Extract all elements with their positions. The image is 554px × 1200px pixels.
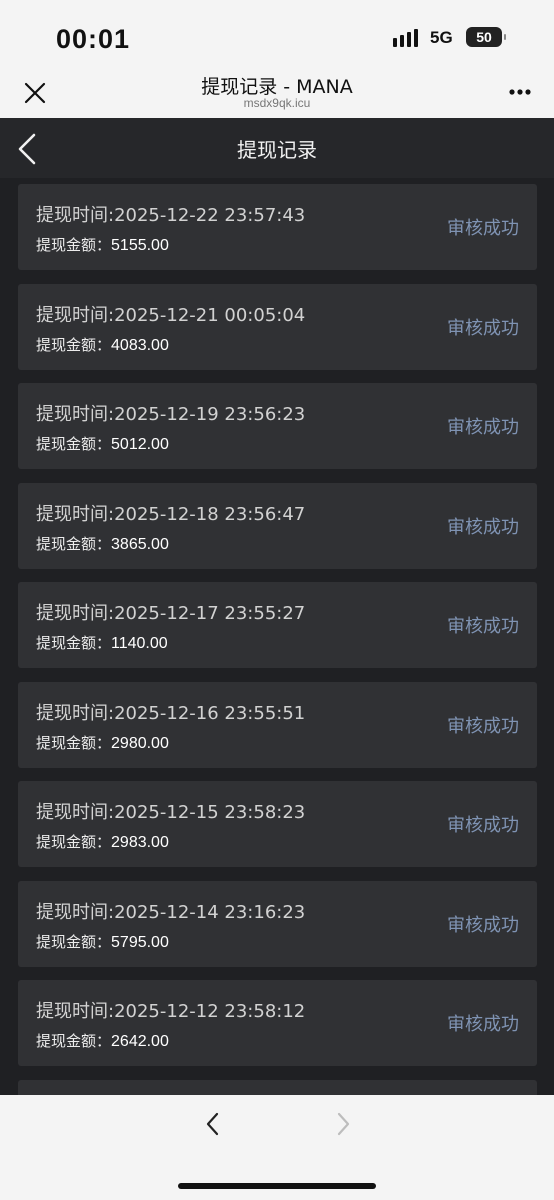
record-status: 审核成功: [447, 318, 519, 339]
home-indicator[interactable]: [178, 1183, 376, 1189]
nav-forward-button[interactable]: [330, 1109, 356, 1139]
record-amount: 2642.00: [111, 1033, 169, 1050]
page-title: 提现记录: [237, 138, 317, 162]
status-bar: 00:01 5G 50: [0, 0, 554, 72]
record-status: 审核成功: [447, 218, 519, 239]
record-status: 审核成功: [447, 616, 519, 637]
withdrawal-record[interactable]: 提现时间:2025-12-17 23:55:27 提现金额：1140.00 审核…: [18, 582, 537, 668]
record-amount: 1140.00: [111, 635, 168, 652]
withdrawal-record[interactable]: 提现时间:2025-12-22 23:57:43 提现金额：5155.00 审核…: [18, 184, 537, 270]
withdrawal-record[interactable]: 提现时间:2025-12-15 23:58:23 提现金额：2983.00 审核…: [18, 781, 537, 867]
withdrawal-record[interactable]: 提现时间:2025-12-14 23:16:23 提现金额：5795.00 审核…: [18, 881, 537, 967]
browser-url: msdx9qk.icu: [243, 96, 311, 110]
record-amount-label: 提现金额：: [36, 236, 112, 254]
record-status: 审核成功: [447, 517, 519, 538]
record-amount-row: 提现金额：5795.00: [36, 931, 169, 952]
record-amount-label: 提现金额：: [36, 1032, 112, 1050]
record-amount-row: 提现金额：2983.00: [36, 831, 169, 852]
record-amount-row: 提现金额：5012.00: [36, 433, 169, 454]
signal-icon: [393, 29, 423, 47]
record-amount: 2983.00: [111, 834, 169, 851]
record-amount: 3865.00: [111, 536, 169, 553]
record-amount-label: 提现金额：: [36, 933, 112, 951]
record-amount-row: 提现金额：3865.00: [36, 533, 169, 554]
record-status: 审核成功: [447, 915, 519, 936]
withdrawal-record[interactable]: 提现时间:2025-12-16 23:55:51 提现金额：2980.00 审核…: [18, 682, 537, 768]
withdrawal-record-partial[interactable]: [18, 1080, 537, 1095]
record-status: 审核成功: [447, 417, 519, 438]
record-amount-label: 提现金额：: [36, 734, 112, 752]
status-time: 00:01: [56, 24, 131, 54]
more-button[interactable]: [505, 80, 535, 104]
browser-title: 提现记录 - MANA: [201, 76, 353, 98]
withdrawal-record[interactable]: 提现时间:2025-12-18 23:56:47 提现金额：3865.00 审核…: [18, 483, 537, 569]
app-content: 提现记录 提现时间:2025-12-22 23:57:43 提现金额：5155.…: [0, 118, 554, 1095]
record-time: 提现时间:2025-12-22 23:57:43: [36, 205, 306, 226]
record-status: 审核成功: [447, 1014, 519, 1035]
browser-bottom-nav: [0, 1095, 554, 1200]
record-time: 提现时间:2025-12-16 23:55:51: [36, 703, 306, 724]
record-amount: 5795.00: [111, 934, 169, 951]
more-icon: [509, 89, 531, 95]
record-amount-row: 提现金额：5155.00: [36, 234, 169, 255]
app-header: 提现记录: [0, 118, 554, 178]
record-time: 提现时间:2025-12-19 23:56:23: [36, 404, 306, 425]
record-time: 提现时间:2025-12-21 00:05:04: [36, 305, 306, 326]
record-time: 提现时间:2025-12-14 23:16:23: [36, 902, 306, 923]
record-amount: 5155.00: [111, 237, 169, 254]
record-amount: 2980.00: [111, 735, 169, 752]
battery-icon: 50: [466, 27, 506, 47]
record-status: 审核成功: [447, 716, 519, 737]
battery-level: 50: [476, 29, 492, 45]
record-amount-row: 提现金额：2980.00: [36, 732, 169, 753]
record-amount: 5012.00: [111, 436, 169, 453]
record-amount-label: 提现金额：: [36, 833, 112, 851]
record-time: 提现时间:2025-12-18 23:56:47: [36, 504, 306, 525]
record-amount-row: 提现金额：1140.00: [36, 632, 168, 653]
nav-back-button[interactable]: [200, 1109, 226, 1139]
withdrawal-record[interactable]: 提现时间:2025-12-21 00:05:04 提现金额：4083.00 审核…: [18, 284, 537, 370]
record-amount: 4083.00: [111, 337, 169, 354]
record-amount-label: 提现金额：: [36, 535, 112, 553]
record-time: 提现时间:2025-12-17 23:55:27: [36, 603, 306, 624]
browser-bar: 提现记录 - MANA msdx9qk.icu: [0, 72, 554, 118]
record-time: 提现时间:2025-12-15 23:58:23: [36, 802, 306, 823]
record-amount-label: 提现金额：: [36, 336, 112, 354]
record-amount-row: 提现金额：2642.00: [36, 1030, 169, 1051]
withdrawal-record[interactable]: 提现时间:2025-12-19 23:56:23 提现金额：5012.00 审核…: [18, 383, 537, 469]
withdrawal-record[interactable]: 提现时间:2025-12-12 23:58:12 提现金额：2642.00 审核…: [18, 980, 537, 1066]
chevron-right-icon: [337, 1112, 350, 1136]
record-amount-label: 提现金额：: [36, 634, 112, 652]
record-status: 审核成功: [447, 815, 519, 836]
record-time: 提现时间:2025-12-12 23:58:12: [36, 1001, 306, 1022]
record-amount-label: 提现金额：: [36, 435, 112, 453]
record-amount-row: 提现金额：4083.00: [36, 334, 169, 355]
network-label: 5G: [430, 28, 453, 47]
chevron-left-icon: [206, 1112, 219, 1136]
